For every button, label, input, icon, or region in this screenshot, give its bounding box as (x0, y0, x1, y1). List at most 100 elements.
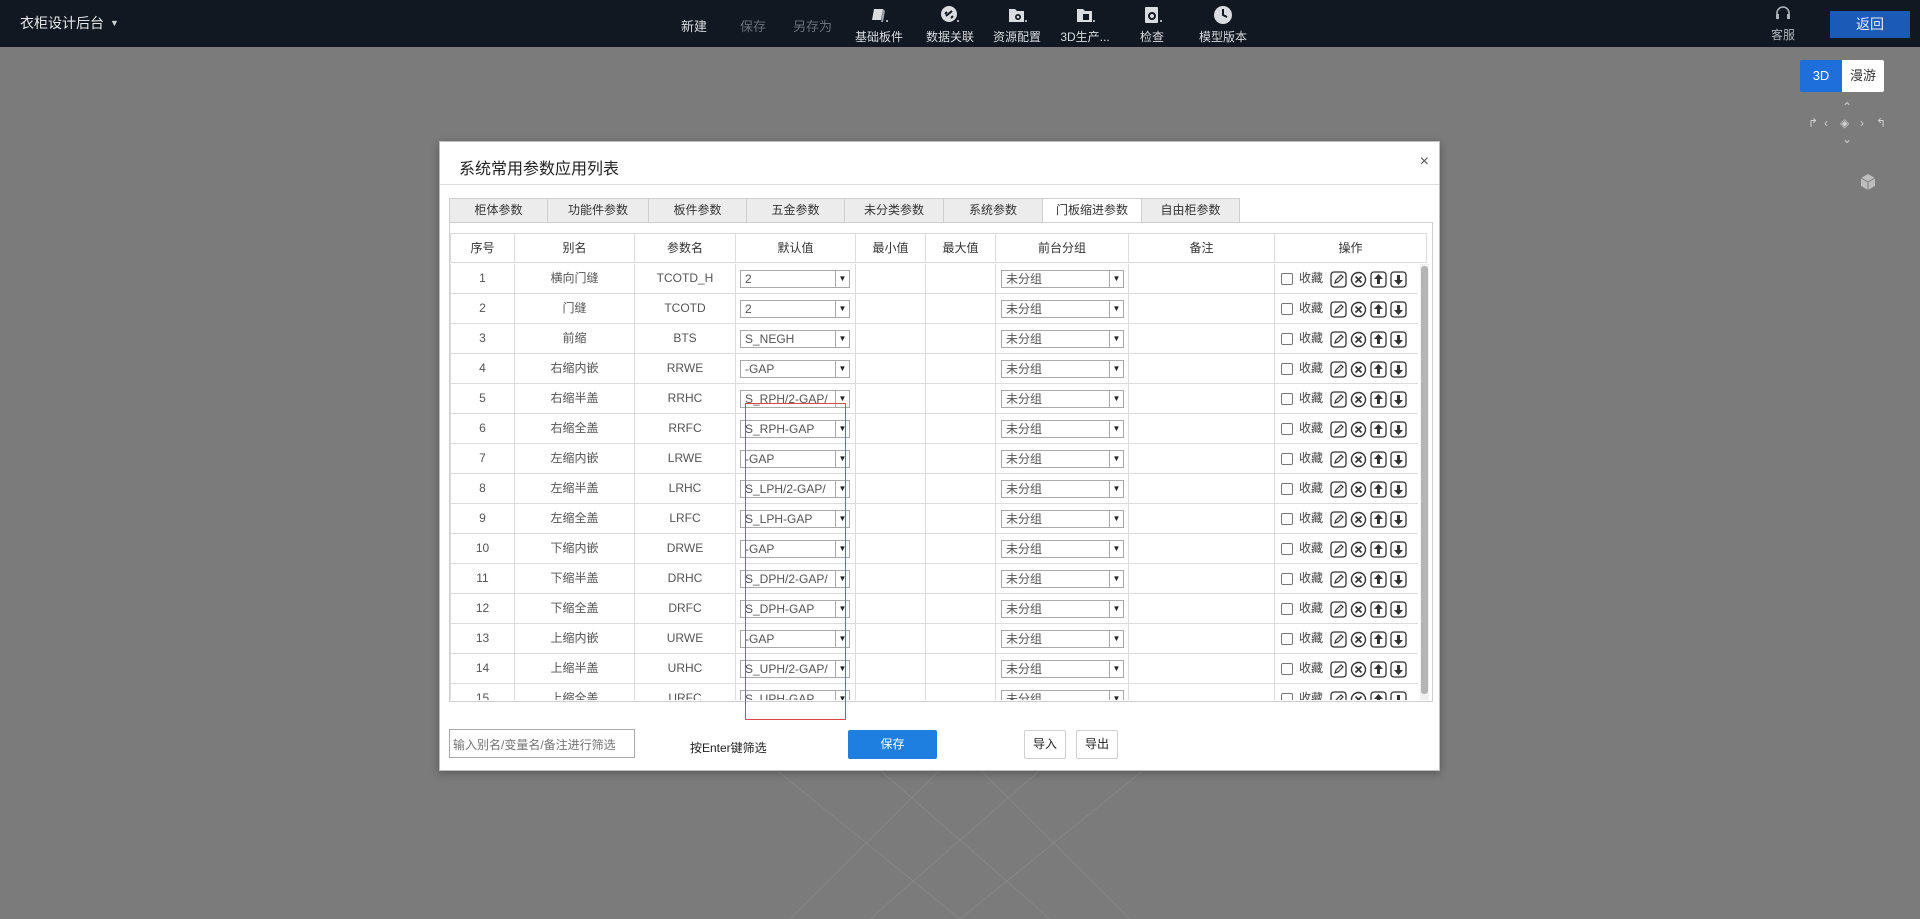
rotate-right-icon[interactable]: ↰ (1876, 116, 1886, 130)
move-down-icon[interactable] (1390, 540, 1407, 558)
edit-icon[interactable] (1330, 300, 1347, 318)
delete-icon[interactable] (1350, 600, 1367, 618)
min-value-cell[interactable] (855, 444, 925, 473)
group-select[interactable]: 未分组 ▼ (1001, 450, 1124, 468)
dropdown-arrow-icon[interactable]: ▼ (835, 511, 849, 527)
new-button[interactable]: 新建 (681, 16, 707, 35)
max-value-cell[interactable] (925, 384, 995, 413)
min-value-cell[interactable] (855, 294, 925, 323)
favorite-checkbox[interactable] (1281, 542, 1293, 555)
camera-nav-pad[interactable]: ⌃ ↱ ‹ ◈ › ↰ ⌄ (1806, 100, 1890, 152)
min-value-cell[interactable] (855, 474, 925, 503)
edit-icon[interactable] (1330, 420, 1347, 438)
close-icon[interactable]: × (1420, 153, 1429, 171)
tab-door-indent-params[interactable]: 门板缩进参数 (1042, 198, 1141, 223)
dropdown-arrow-icon[interactable]: ▼ (835, 571, 849, 587)
default-value-select[interactable]: S_NEGH ▼ (740, 330, 850, 348)
note-cell[interactable] (1128, 264, 1274, 293)
favorite-checkbox[interactable] (1281, 482, 1293, 495)
tool-3d-production[interactable]: 3D生产... (1053, 4, 1117, 45)
note-cell[interactable] (1128, 414, 1274, 443)
support-button[interactable]: 客服 (1768, 4, 1798, 43)
favorite-checkbox[interactable] (1281, 272, 1293, 285)
move-up-icon[interactable] (1370, 300, 1387, 318)
move-up-icon[interactable] (1370, 450, 1387, 468)
delete-icon[interactable] (1350, 450, 1367, 468)
min-value-cell[interactable] (855, 684, 925, 700)
move-up-icon[interactable] (1370, 540, 1387, 558)
move-down-icon[interactable] (1390, 330, 1407, 348)
group-select[interactable]: 未分组 ▼ (1001, 600, 1124, 618)
delete-icon[interactable] (1350, 630, 1367, 648)
min-value-cell[interactable] (855, 414, 925, 443)
import-button[interactable]: 导入 (1024, 730, 1066, 759)
edit-icon[interactable] (1330, 630, 1347, 648)
favorite-checkbox[interactable] (1281, 572, 1293, 585)
default-value-select[interactable]: S_DPH/2-GAP/ ▼ (740, 570, 850, 588)
max-value-cell[interactable] (925, 504, 995, 533)
dropdown-arrow-icon[interactable]: ▼ (835, 301, 849, 317)
edit-icon[interactable] (1330, 690, 1347, 700)
move-down-icon[interactable] (1390, 450, 1407, 468)
default-value-select[interactable]: 2 ▼ (740, 300, 850, 318)
default-value-select[interactable]: S_UPH/2-GAP/ ▼ (740, 660, 850, 678)
dropdown-arrow-icon[interactable]: ▼ (1109, 511, 1123, 527)
dropdown-arrow-icon[interactable]: ▼ (1109, 601, 1123, 617)
max-value-cell[interactable] (925, 444, 995, 473)
max-value-cell[interactable] (925, 294, 995, 323)
favorite-checkbox[interactable] (1281, 392, 1293, 405)
favorite-checkbox[interactable] (1281, 602, 1293, 615)
favorite-checkbox[interactable] (1281, 332, 1293, 345)
max-value-cell[interactable] (925, 474, 995, 503)
tool-model-version[interactable]: 模型版本 (1191, 4, 1255, 45)
default-value-select[interactable]: S_LPH/2-GAP/ ▼ (740, 480, 850, 498)
move-down-icon[interactable] (1390, 570, 1407, 588)
group-select[interactable]: 未分组 ▼ (1001, 330, 1124, 348)
rotate-left-icon[interactable]: ↱ (1808, 116, 1818, 130)
min-value-cell[interactable] (855, 594, 925, 623)
group-select[interactable]: 未分组 ▼ (1001, 300, 1124, 318)
group-select[interactable]: 未分组 ▼ (1001, 570, 1124, 588)
delete-icon[interactable] (1350, 480, 1367, 498)
min-value-cell[interactable] (855, 534, 925, 563)
favorite-checkbox[interactable] (1281, 452, 1293, 465)
tool-resource-config[interactable]: 资源配置 (985, 4, 1049, 45)
group-select[interactable]: 未分组 ▼ (1001, 540, 1124, 558)
default-value-select[interactable]: -GAP ▼ (740, 450, 850, 468)
default-value-select[interactable]: -GAP ▼ (740, 540, 850, 558)
move-up-icon[interactable] (1370, 390, 1387, 408)
dropdown-arrow-icon[interactable]: ▼ (835, 331, 849, 347)
dropdown-arrow-icon[interactable]: ▼ (1109, 361, 1123, 377)
move-up-icon[interactable] (1370, 510, 1387, 528)
group-select[interactable]: 未分组 ▼ (1001, 360, 1124, 378)
note-cell[interactable] (1128, 564, 1274, 593)
min-value-cell[interactable] (855, 324, 925, 353)
move-down-icon[interactable] (1390, 600, 1407, 618)
default-value-select[interactable]: S_RPH/2-GAP/ ▼ (740, 390, 850, 408)
arrow-up-icon[interactable]: ⌃ (1842, 100, 1852, 114)
edit-icon[interactable] (1330, 540, 1347, 558)
min-value-cell[interactable] (855, 384, 925, 413)
group-select[interactable]: 未分组 ▼ (1001, 630, 1124, 648)
max-value-cell[interactable] (925, 684, 995, 700)
delete-icon[interactable] (1350, 690, 1367, 700)
table-scrollbar[interactable] (1420, 264, 1429, 700)
note-cell[interactable] (1128, 534, 1274, 563)
dropdown-arrow-icon[interactable]: ▼ (1109, 331, 1123, 347)
default-value-select[interactable]: S_UPH-GAP ▼ (740, 690, 850, 700)
delete-icon[interactable] (1350, 510, 1367, 528)
note-cell[interactable] (1128, 684, 1274, 700)
dropdown-arrow-icon[interactable]: ▼ (1109, 541, 1123, 557)
dropdown-arrow-icon[interactable]: ▼ (1109, 571, 1123, 587)
dropdown-arrow-icon[interactable]: ▼ (835, 421, 849, 437)
dropdown-arrow-icon[interactable]: ▼ (835, 451, 849, 467)
back-button[interactable]: 返回 (1830, 11, 1910, 38)
tab-board-params[interactable]: 板件参数 (648, 198, 746, 223)
note-cell[interactable] (1128, 324, 1274, 353)
view-roam-button[interactable]: 漫游 (1842, 60, 1884, 92)
tab-system-params[interactable]: 系统参数 (943, 198, 1042, 223)
move-up-icon[interactable] (1370, 480, 1387, 498)
save-button[interactable]: 保存 (848, 730, 937, 759)
note-cell[interactable] (1128, 654, 1274, 683)
save-top-button[interactable]: 保存 (740, 16, 766, 35)
